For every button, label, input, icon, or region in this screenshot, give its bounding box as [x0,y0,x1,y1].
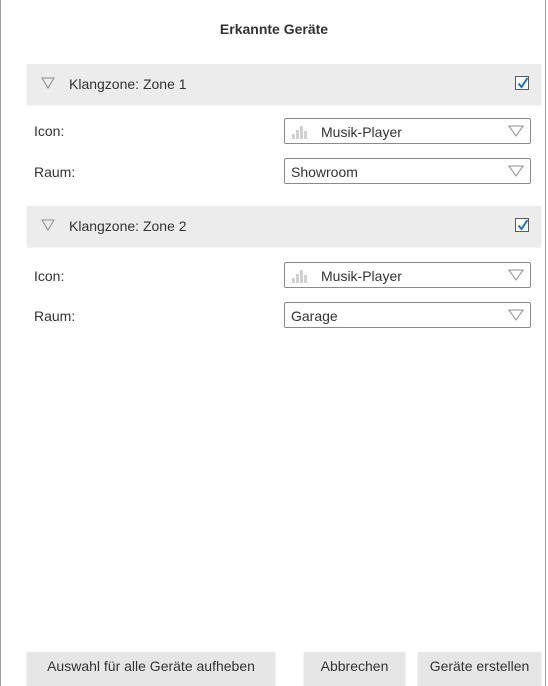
music-player-icon [292,270,307,283]
icon-select-value: Musik-Player [321,268,402,284]
collapse-triangle-icon[interactable] [41,76,55,90]
icon-label: Icon: [34,123,65,139]
icon-select-value: Musik-Player [321,124,402,140]
room-select-value: Showroom [291,164,358,180]
cancel-button[interactable]: Abbrechen [304,652,405,686]
zone-header-label: Klangzone: Zone 1 [69,76,187,92]
zone-checkbox-1[interactable] [515,76,529,90]
dialog-title: Erkannte Geräte [219,21,329,37]
chevron-down-icon [508,269,524,281]
zone-header-label: Klangzone: Zone 2 [69,218,187,234]
icon-select-1[interactable]: Musik-Player [284,118,531,144]
room-select-value: Garage [291,308,338,324]
music-player-icon [292,126,307,139]
room-label: Raum: [34,308,76,324]
chevron-down-icon [508,309,524,321]
room-select-2[interactable]: Garage [284,302,531,328]
create-devices-button[interactable]: Geräte erstellen [418,652,541,686]
checkmark-icon [517,219,529,231]
checkmark-icon [517,77,529,89]
zone-header-1[interactable]: Klangzone: Zone 1 [27,64,541,104]
collapse-triangle-icon[interactable] [41,218,55,232]
room-label: Raum: [34,164,76,180]
zone-header-2[interactable]: Klangzone: Zone 2 [27,206,541,246]
icon-label: Icon: [34,268,65,284]
chevron-down-icon [508,165,524,177]
icon-select-2[interactable]: Musik-Player [284,262,531,288]
zone-checkbox-2[interactable] [515,218,529,232]
room-select-1[interactable]: Showroom [284,158,531,184]
deselect-all-button[interactable]: Auswahl für alle Geräte aufheben [27,652,275,686]
chevron-down-icon [508,125,524,137]
